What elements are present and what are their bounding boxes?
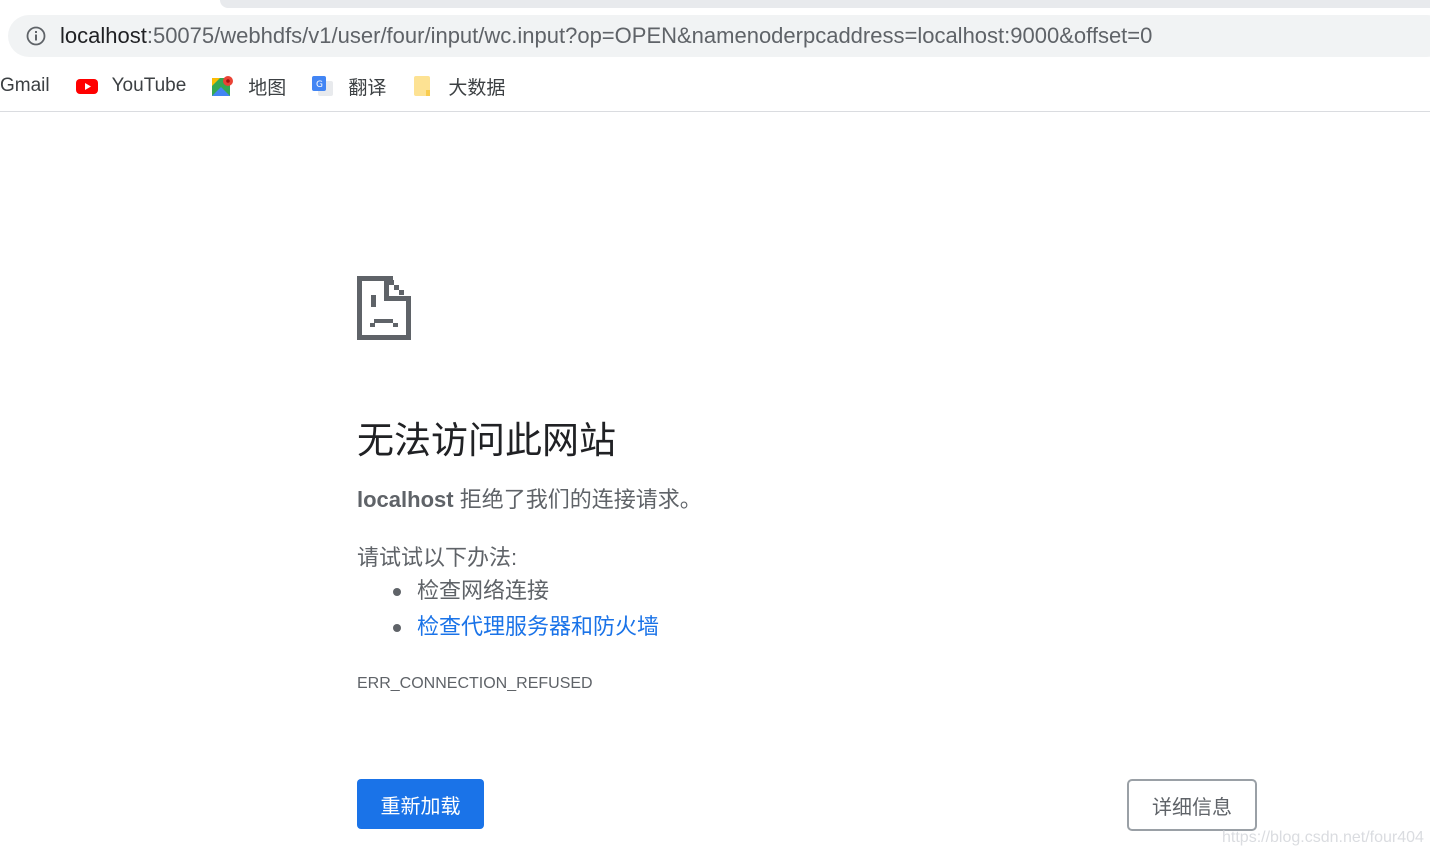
bookmark-label: YouTube bbox=[111, 75, 187, 96]
suggestion-check-network: 检查网络连接 bbox=[417, 578, 550, 603]
folder-icon bbox=[414, 76, 431, 96]
error-title: 无法访问此网站 bbox=[357, 420, 616, 461]
bookmark-label: Gmail bbox=[0, 75, 50, 96]
url-text[interactable]: localhost:50075/webhdfs/v1/user/four/inp… bbox=[60, 23, 1152, 49]
bookmark-label: 大数据 bbox=[448, 77, 506, 99]
reload-button[interactable]: 重新加载 bbox=[357, 779, 484, 829]
tab-strip bbox=[220, 0, 1430, 8]
watermark: https://blog.csdn.net/four404 bbox=[1222, 829, 1424, 846]
svg-text:G: G bbox=[316, 80, 323, 90]
toolbar-divider bbox=[0, 111, 1430, 112]
bookmarks-bar: Gmail YouTube 地图 G 翻译 大数据 bbox=[0, 68, 531, 104]
suggestion-item: 检查代理服务器和防火墙 bbox=[392, 612, 659, 648]
bookmark-gmail[interactable]: Gmail bbox=[0, 75, 50, 97]
bookmark-youtube[interactable]: YouTube bbox=[75, 75, 187, 97]
address-bar[interactable]: localhost:50075/webhdfs/v1/user/four/inp… bbox=[8, 15, 1430, 57]
bookmark-label: 地图 bbox=[248, 77, 287, 99]
details-button[interactable]: 详细信息 bbox=[1127, 779, 1257, 831]
error-message: 拒绝了我们的连接请求。 bbox=[453, 487, 702, 512]
translate-icon: G bbox=[312, 76, 334, 96]
info-icon[interactable] bbox=[26, 26, 46, 46]
bookmark-maps[interactable]: 地图 bbox=[212, 73, 286, 100]
error-host: localhost bbox=[357, 487, 454, 512]
suggestion-check-proxy-link[interactable]: 检查代理服务器和防火墙 bbox=[417, 614, 659, 639]
sad-page-icon bbox=[357, 276, 411, 340]
suggestions-list: 检查网络连接 检查代理服务器和防火墙 bbox=[392, 576, 659, 648]
try-label: 请试试以下办法: bbox=[357, 545, 518, 570]
url-host: localhost bbox=[60, 23, 147, 48]
url-path: :50075/webhdfs/v1/user/four/input/wc.inp… bbox=[146, 23, 1153, 48]
error-description: localhost 拒绝了我们的连接请求。 bbox=[357, 482, 702, 514]
youtube-icon bbox=[75, 79, 98, 94]
error-code: ERR_CONNECTION_REFUSED bbox=[357, 675, 593, 692]
bookmark-label: 翻译 bbox=[348, 77, 387, 99]
suggestion-item: 检查网络连接 bbox=[392, 576, 659, 612]
maps-icon bbox=[212, 76, 234, 96]
bookmark-translate[interactable]: G 翻译 bbox=[312, 73, 386, 100]
bookmark-folder[interactable]: 大数据 bbox=[412, 73, 505, 100]
